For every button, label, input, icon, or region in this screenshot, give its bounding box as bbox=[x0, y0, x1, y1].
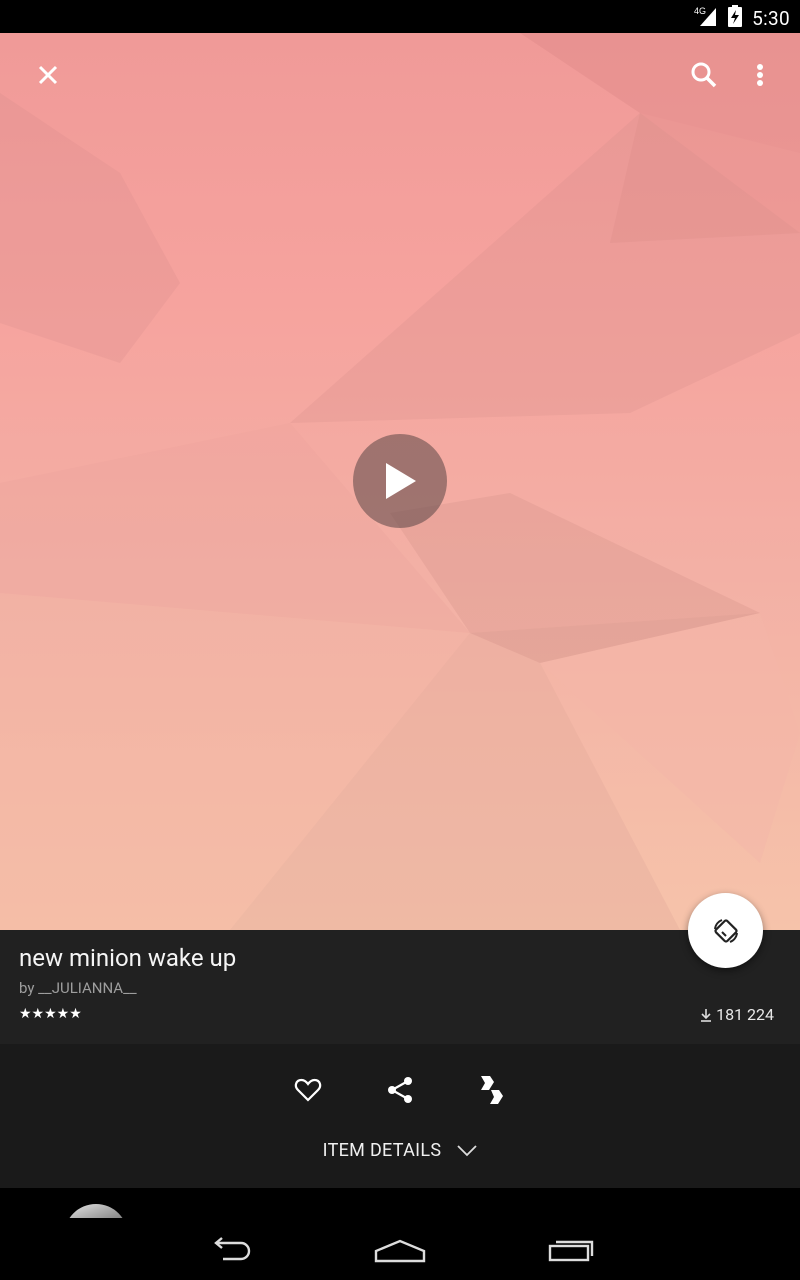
more-vert-icon bbox=[757, 64, 763, 86]
download-count-value: 181 224 bbox=[716, 1005, 774, 1024]
play-icon bbox=[386, 463, 416, 499]
overflow-menu-button[interactable] bbox=[736, 51, 784, 99]
play-button[interactable] bbox=[353, 434, 447, 528]
share-button[interactable] bbox=[374, 1064, 426, 1116]
chevron-down-icon bbox=[457, 1144, 477, 1156]
actions-panel: ITEM DETAILS bbox=[0, 1044, 800, 1188]
remix-button[interactable] bbox=[466, 1064, 518, 1116]
network-signal-icon: 4G bbox=[694, 5, 718, 31]
share-icon bbox=[388, 1077, 412, 1103]
content-peek bbox=[0, 1188, 800, 1218]
close-button[interactable] bbox=[24, 51, 72, 99]
close-icon bbox=[38, 65, 58, 85]
item-title: new minion wake up bbox=[19, 944, 237, 972]
item-author[interactable]: by __JULIANNA__ bbox=[19, 979, 137, 997]
status-bar: 4G 5:30 bbox=[0, 0, 800, 33]
item-details-toggle[interactable]: ITEM DETAILS bbox=[0, 1140, 800, 1161]
recents-button[interactable] bbox=[532, 1230, 612, 1270]
item-info-panel: new minion wake up by __JULIANNA__ ★★★★★… bbox=[0, 930, 800, 1044]
favorite-button[interactable] bbox=[282, 1064, 334, 1116]
status-time: 5:30 bbox=[752, 6, 790, 30]
home-button[interactable] bbox=[360, 1230, 440, 1270]
remix-icon bbox=[481, 1076, 503, 1104]
search-icon bbox=[691, 62, 717, 88]
recents-icon bbox=[548, 1240, 594, 1262]
search-button[interactable] bbox=[680, 51, 728, 99]
set-wallpaper-fab[interactable] bbox=[688, 893, 763, 968]
download-icon bbox=[701, 1008, 712, 1022]
screen-rotation-icon bbox=[713, 918, 738, 943]
back-button[interactable] bbox=[190, 1230, 270, 1270]
home-icon bbox=[374, 1239, 426, 1263]
avatar bbox=[64, 1204, 128, 1218]
heart-icon bbox=[294, 1078, 322, 1102]
download-count: 181 224 bbox=[700, 1005, 774, 1024]
item-details-label: ITEM DETAILS bbox=[322, 1140, 442, 1161]
rating-stars: ★★★★★ bbox=[19, 1006, 82, 1022]
wallpaper-preview[interactable] bbox=[0, 33, 800, 930]
back-icon bbox=[214, 1237, 251, 1261]
svg-text:4G: 4G bbox=[694, 6, 706, 16]
battery-charging-icon bbox=[728, 5, 743, 31]
system-navigation-bar bbox=[0, 1218, 800, 1280]
